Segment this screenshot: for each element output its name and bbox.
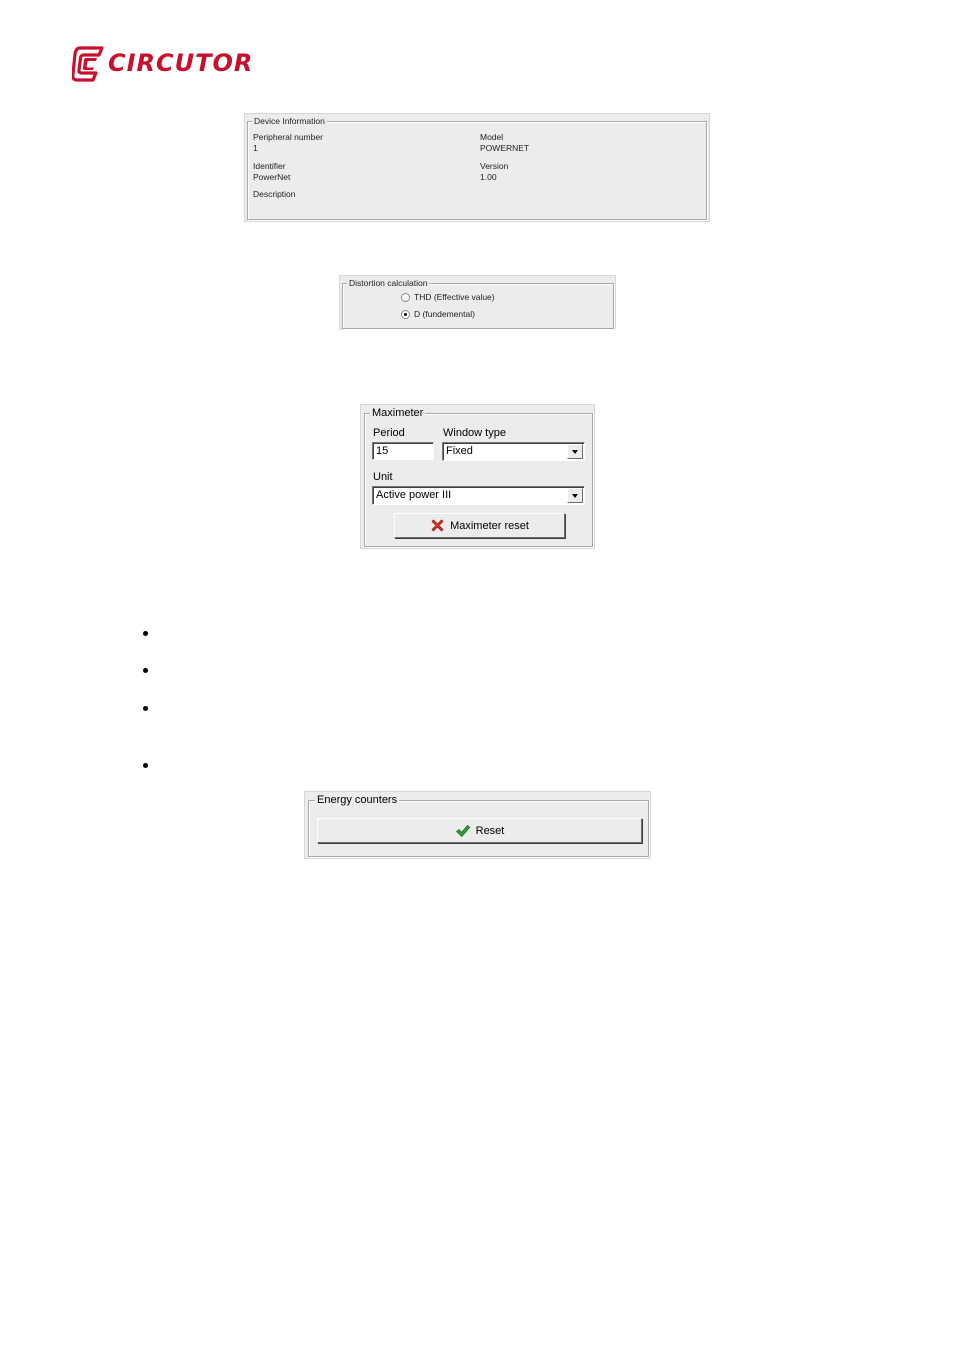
- circutor-c-logo-icon: [72, 46, 104, 82]
- window-type-value: Fixed: [446, 445, 473, 457]
- bullet-1: [143, 631, 148, 636]
- bullet-3: [143, 706, 148, 711]
- d-fundamental-radio-label[interactable]: D (fundemental): [414, 309, 475, 319]
- energy-counters-panel: Energy counters Reset: [304, 791, 651, 859]
- version-value: 1.00: [480, 172, 497, 182]
- period-label: Period: [373, 427, 405, 439]
- distortion-calculation-legend: Distortion calculation: [347, 278, 430, 288]
- identifier-label: Identifier: [253, 161, 286, 171]
- unit-value: Active power III: [376, 489, 452, 501]
- unit-select[interactable]: Active power III: [372, 486, 585, 505]
- maximeter-panel: Maximeter Period 15 Window type Fixed Un…: [360, 404, 595, 549]
- period-input[interactable]: 15: [372, 442, 434, 460]
- peripheral-number-label: Peripheral number: [253, 132, 323, 142]
- unit-dropdown-button[interactable]: [567, 488, 583, 503]
- energy-counters-legend: Energy counters: [315, 794, 400, 806]
- energy-counters-reset-label: Reset: [475, 824, 505, 837]
- energy-counters-reset-button[interactable]: Reset: [317, 818, 642, 843]
- maximeter-reset-button[interactable]: Maximeter reset: [394, 513, 565, 538]
- distortion-calculation-groupbox: [342, 283, 614, 329]
- model-label: Model: [480, 132, 504, 142]
- maximeter-reset-label: Maximeter reset: [450, 519, 529, 532]
- model-value: POWERNET: [480, 143, 530, 153]
- bullet-2: [143, 668, 148, 673]
- circutor-logo: CIRCUTOR: [72, 46, 252, 82]
- window-type-dropdown-button[interactable]: [567, 444, 583, 459]
- device-information-panel: Device Information Peripheral number 1 M…: [244, 113, 710, 222]
- red-x-icon: [431, 519, 444, 532]
- window-type-label: Window type: [443, 427, 506, 439]
- window-type-select[interactable]: Fixed: [442, 442, 585, 461]
- version-label: Version: [480, 161, 509, 171]
- identifier-value: PowerNet: [253, 172, 291, 182]
- distortion-calculation-panel: Distortion calculation THD (Effective va…: [339, 275, 616, 330]
- green-check-icon: [455, 824, 470, 837]
- brand-name: CIRCUTOR: [108, 49, 254, 77]
- bullet-4: [143, 763, 148, 768]
- description-label: Description: [253, 189, 296, 199]
- thd-radio[interactable]: [401, 293, 410, 302]
- d-fundamental-radio[interactable]: [401, 310, 410, 319]
- unit-label: Unit: [373, 471, 393, 483]
- thd-radio-label[interactable]: THD (Effective value): [414, 292, 495, 302]
- peripheral-number-value: 1: [253, 143, 258, 153]
- maximeter-legend: Maximeter: [370, 407, 426, 419]
- device-information-legend: Device Information: [252, 116, 327, 126]
